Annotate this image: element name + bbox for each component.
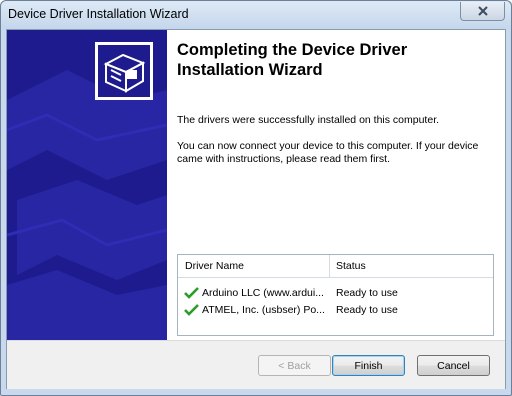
column-header-driver-name[interactable]: Driver Name	[185, 260, 244, 272]
driver-name: ATMEL, Inc. (usbser) Po...	[202, 304, 325, 316]
driver-list-header: Driver Name Status	[178, 255, 493, 278]
driver-list[interactable]: Driver Name Status Arduino LLC (www.ardu…	[177, 254, 494, 336]
title-bar[interactable]: Device Driver Installation Wizard	[1, 1, 511, 29]
cancel-button[interactable]: Cancel	[417, 355, 490, 376]
checkmark-icon	[184, 304, 199, 316]
wizard-window: Device Driver Installation Wizard Comple…	[0, 0, 512, 396]
page-title: Completing the Device Driver Installatio…	[177, 41, 408, 79]
driver-status: Ready to use	[336, 304, 398, 316]
checkmark-icon	[184, 287, 199, 299]
instructions-message: You can now connect your device to this …	[177, 140, 479, 165]
banner-graphic	[7, 42, 167, 340]
wizard-body: Completing the Device Driver Installatio…	[6, 29, 506, 389]
wizard-content: Completing the Device Driver Installatio…	[167, 30, 505, 340]
column-divider[interactable]	[329, 255, 330, 277]
driver-name: Arduino LLC (www.ardui...	[202, 287, 324, 299]
driver-status: Ready to use	[336, 287, 398, 299]
success-message: The drivers were successfully installed …	[177, 114, 440, 126]
wizard-side-banner	[7, 30, 167, 340]
driver-row[interactable]: ATMEL, Inc. (usbser) Po... Ready to use	[178, 303, 493, 319]
close-button[interactable]	[460, 2, 505, 21]
window-title: Device Driver Installation Wizard	[8, 7, 189, 21]
driver-row[interactable]: Arduino LLC (www.ardui... Ready to use	[178, 286, 493, 302]
hardware-device-icon	[95, 42, 153, 100]
finish-button[interactable]: Finish	[332, 355, 405, 376]
button-bar: < Back Finish Cancel	[7, 340, 505, 389]
back-button[interactable]: < Back	[258, 355, 331, 376]
column-header-status[interactable]: Status	[336, 260, 366, 272]
close-icon	[477, 6, 488, 16]
